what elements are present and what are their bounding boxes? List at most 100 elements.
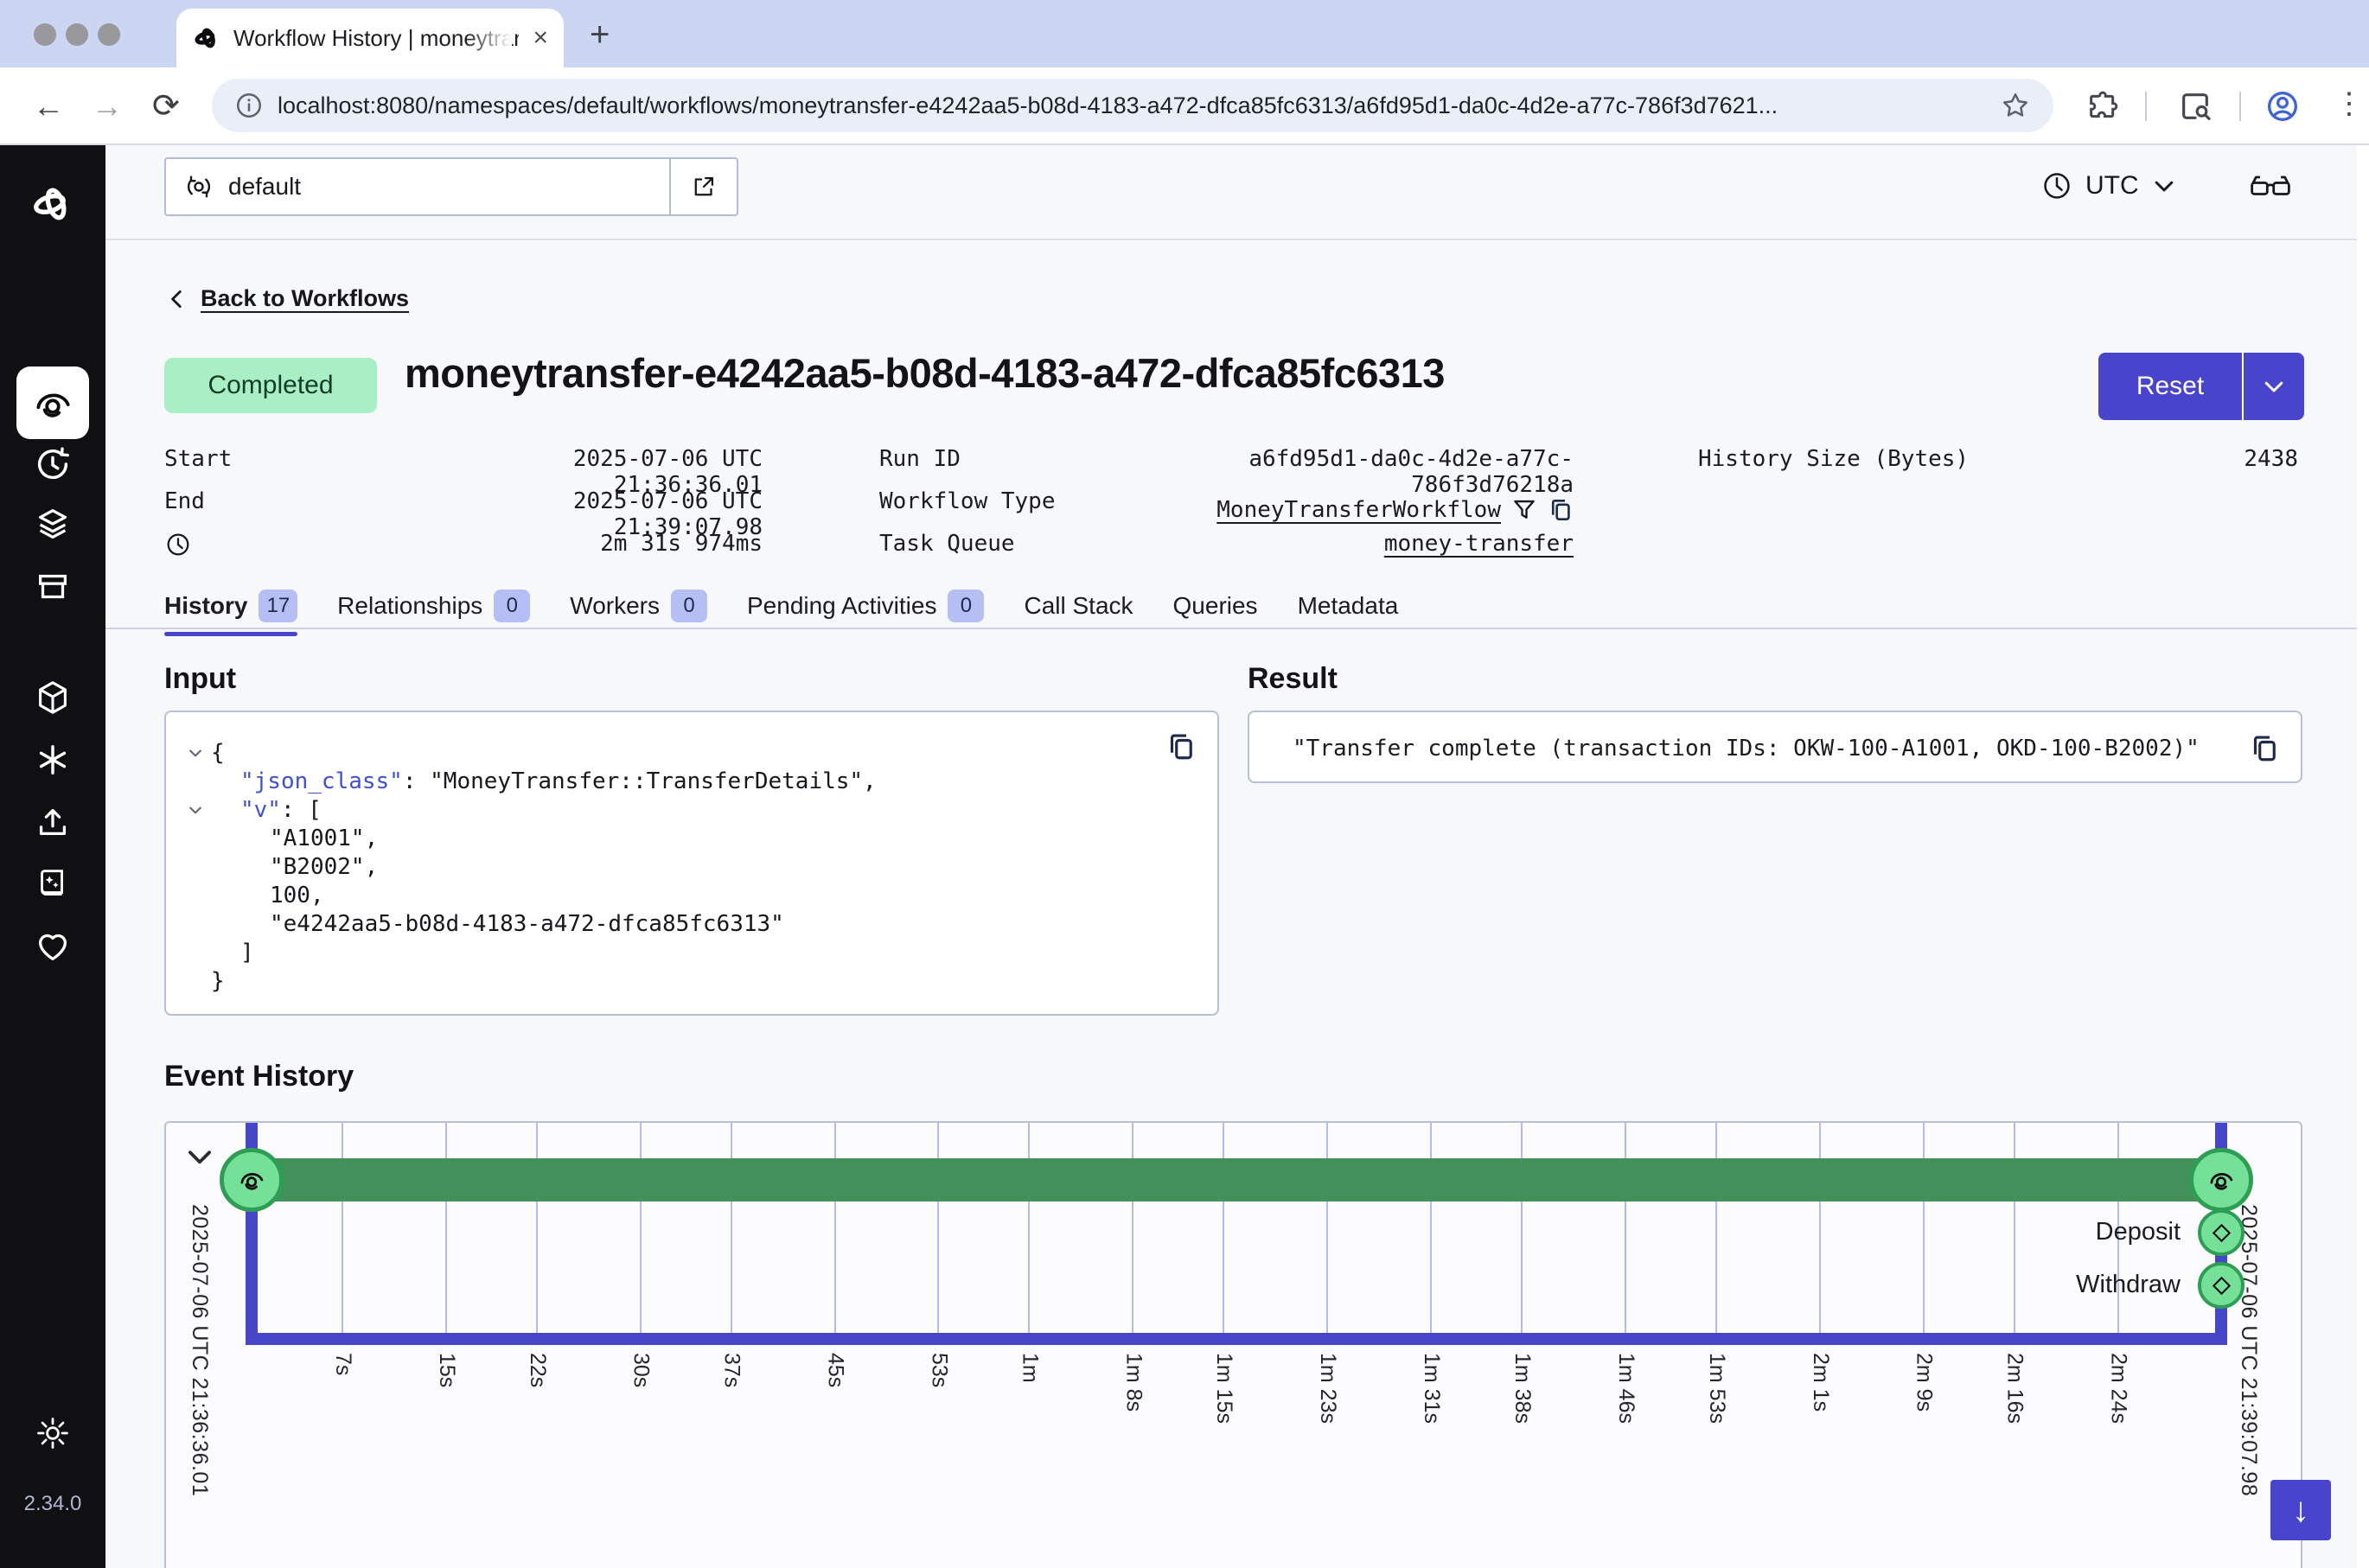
tab-label: Pending Activities <box>747 592 936 620</box>
toolbar-separator <box>2239 92 2241 121</box>
status-badge: Completed <box>164 358 377 413</box>
back-button[interactable]: ← <box>33 87 64 125</box>
window-zoom-button[interactable] <box>98 23 120 46</box>
gridline <box>1028 1123 1030 1333</box>
chevron-left-icon <box>166 288 188 310</box>
axis-tick-label: 22s <box>525 1353 550 1387</box>
result-panel: "Transfer complete (transaction IDs: OKW… <box>1248 711 2302 783</box>
extensions-icon[interactable] <box>2085 89 2120 124</box>
namespace-icon <box>183 171 214 202</box>
result-copy-button[interactable] <box>2249 733 2280 768</box>
end-label: End <box>164 488 458 531</box>
profile-icon[interactable] <box>2265 89 2300 124</box>
timezone-selector[interactable]: UTC <box>2040 169 2177 202</box>
forward-button[interactable]: → <box>92 87 123 125</box>
activity-diamond-icon <box>2212 1223 2230 1241</box>
gridline <box>1326 1123 1328 1333</box>
namespace-selector[interactable]: default <box>164 157 738 216</box>
timeline-start-timestamp: 2025-07-06 UTC 21:36:36.01 <box>187 1204 212 1496</box>
axis-tick-label: 45s <box>823 1353 848 1387</box>
json-line: "A1001", <box>180 824 1200 852</box>
tab-label: Call Stack <box>1024 592 1133 620</box>
tab-metadata[interactable]: Metadata <box>1298 590 1399 622</box>
reset-dropdown-button[interactable] <box>2242 353 2304 420</box>
event-label-withdraw: Withdraw <box>1895 1271 2181 1299</box>
temporal-logo-icon[interactable] <box>29 180 77 228</box>
chevron-down-icon <box>2261 373 2287 399</box>
url-bar[interactable]: localhost:8080/namespaces/default/workfl… <box>212 79 2053 132</box>
sidebar-item-nexus[interactable] <box>33 678 73 717</box>
tab-history[interactable]: History17 <box>164 590 297 622</box>
collapse-caret-icon[interactable] <box>180 744 211 762</box>
copy-icon[interactable] <box>1548 497 1574 523</box>
start-value: 2025-07-06 UTC 21:36:36.01 <box>458 446 763 488</box>
ui-version: 2.34.0 <box>0 1492 105 1516</box>
workflow-execution-span[interactable] <box>252 1158 2221 1201</box>
timeline-collapse-icon[interactable] <box>183 1140 216 1177</box>
back-link-label: Back to Workflows <box>201 285 409 312</box>
input-copy-button[interactable] <box>1165 731 1197 767</box>
tab-workers[interactable]: Workers0 <box>570 590 707 622</box>
event-node-deposit[interactable] <box>2198 1209 2244 1256</box>
back-to-workflows-link[interactable]: Back to Workflows <box>166 285 409 312</box>
reset-button[interactable]: Reset <box>2098 353 2242 420</box>
tab-queries[interactable]: Queries <box>1173 590 1258 622</box>
tab-label: Metadata <box>1298 592 1399 620</box>
reset-button-group: Reset <box>2098 353 2304 420</box>
axis-tick-label: 1m <box>1017 1353 1042 1383</box>
axis-tick-label: 1m 23s <box>1315 1353 1340 1424</box>
tab-search-icon[interactable] <box>2178 89 2213 124</box>
workflow-end-node[interactable] <box>2189 1148 2253 1212</box>
input-heading: Input <box>164 662 236 696</box>
namespace-open-button[interactable] <box>669 159 737 214</box>
new-tab-button[interactable]: + <box>590 17 610 52</box>
site-info-icon[interactable] <box>234 91 264 120</box>
sidebar-item-namespaces[interactable] <box>33 740 73 780</box>
event-node-withdraw[interactable] <box>2198 1262 2244 1309</box>
tab-pending-activities[interactable]: Pending Activities0 <box>747 590 984 622</box>
browser-tab[interactable]: Workflow History | moneytran × <box>176 9 564 67</box>
sidebar-item-deployments[interactable] <box>33 505 73 545</box>
sidebar-item-schedules[interactable] <box>33 444 73 484</box>
sidebar-item-feedback[interactable] <box>33 927 73 966</box>
collapse-caret-icon[interactable] <box>180 801 211 819</box>
result-heading: Result <box>1248 662 1338 696</box>
screen: Workflow History | moneytran × + ← → ⟳ l… <box>0 0 2369 1568</box>
browser-menu-icon[interactable]: ⋮ <box>2334 86 2364 121</box>
reload-button[interactable]: ⟳ <box>152 87 180 125</box>
sidebar-item-archive[interactable] <box>33 567 73 607</box>
window-close-button[interactable] <box>34 23 56 46</box>
axis-tick-label: 2m 1s <box>1808 1353 1833 1412</box>
axis-tick-label: 1m 38s <box>1510 1353 1535 1424</box>
workflow-type-link[interactable]: MoneyTransferWorkflow <box>1216 497 1501 523</box>
tab-count-badge: 0 <box>671 590 707 622</box>
labs-mode-icon[interactable] <box>2248 171 2293 210</box>
sidebar-item-docs[interactable] <box>33 864 73 904</box>
url-text: localhost:8080/namespaces/default/workfl… <box>278 92 2000 119</box>
scrollbar-track[interactable] <box>2357 145 2369 1568</box>
run-id-value: a6fd95d1-da0c-4d2e-a77c-786f3d76218a <box>1139 446 1574 488</box>
task-queue-label: Task Queue <box>879 531 1139 573</box>
event-label-deposit: Deposit <box>1895 1218 2181 1246</box>
theme-toggle-sun-icon[interactable] <box>34 1414 72 1452</box>
app-sidebar: 2.34.0 <box>0 145 105 1568</box>
gridline <box>731 1123 732 1333</box>
filter-funnel-icon[interactable] <box>1511 497 1537 523</box>
task-queue-link[interactable]: money-transfer <box>1384 531 1574 557</box>
clock-icon <box>2040 169 2073 202</box>
tab-relationships[interactable]: Relationships0 <box>337 590 530 622</box>
json-line: 100, <box>180 881 1200 909</box>
sidebar-item-import[interactable] <box>33 802 73 842</box>
tab-call-stack[interactable]: Call Stack <box>1024 590 1133 622</box>
workflow-details: Start 2025-07-06 UTC 21:36:36.01 Run ID … <box>164 446 2298 573</box>
tab-close-icon[interactable]: × <box>533 25 548 51</box>
scroll-to-bottom-button[interactable]: ↓ <box>2270 1480 2331 1540</box>
timeline-bottom-axis <box>246 1333 2227 1345</box>
gridline <box>1819 1123 1821 1333</box>
workflow-tabs: History17 Relationships0 Workers0 Pending A… <box>164 590 1398 622</box>
bookmark-star-icon[interactable] <box>2000 90 2031 121</box>
window-minimize-button[interactable] <box>66 23 88 46</box>
history-size-label: History Size (Bytes) <box>1698 446 1983 488</box>
workflow-start-node[interactable] <box>220 1148 284 1212</box>
sidebar-item-workflows[interactable] <box>16 367 89 439</box>
